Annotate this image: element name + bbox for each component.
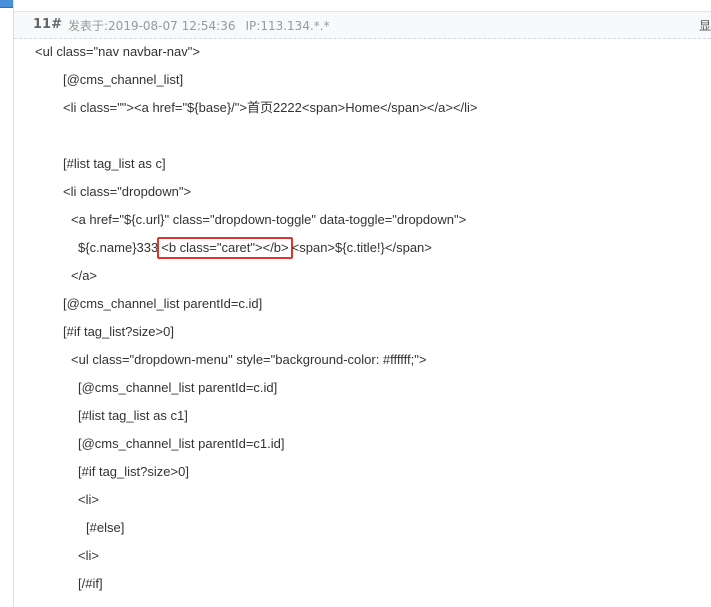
code-line: [/#if]	[78, 576, 103, 591]
code-segment: ${c.name}333	[78, 240, 159, 255]
code-line: <li class=""><a href="${base}/">首页2222<s…	[63, 100, 478, 115]
code-line: <ul class="dropdown-menu" style="backgro…	[71, 352, 427, 367]
code-line: [#list tag_list as c1]	[78, 408, 188, 423]
code-line: [@cms_channel_list parentId=c.id]	[63, 296, 263, 311]
post-header: 11# 发表于:2019-08-07 12:54:36 IP:113.134.*.…	[14, 11, 711, 39]
code-line: [@cms_channel_list]	[63, 72, 184, 87]
ip-value: 113.134.*.*	[260, 19, 330, 33]
show-link[interactable]: 显	[699, 17, 711, 34]
code-line: [#if tag_list?size>0]	[78, 464, 189, 479]
caret-highlight-box: <b class="caret"></b>	[157, 237, 293, 259]
code-line: <li class="dropdown">	[63, 184, 192, 199]
code-line: <a href="${c.url}" class="dropdown-toggl…	[71, 212, 467, 227]
code-line: <ul class="nav navbar-nav">	[35, 44, 200, 59]
code-line: [#list tag_list as c]	[63, 156, 166, 171]
code-line: </a>	[71, 268, 98, 283]
ip-label: IP:	[245, 19, 261, 33]
code-segment: <span>${c.title!}</span>	[291, 240, 432, 255]
code-line: <li>	[78, 548, 99, 563]
posted-at: 2019-08-07 12:54:36	[108, 19, 236, 33]
posted-label: 发表于:	[68, 19, 109, 33]
left-rail-accent	[0, 0, 13, 8]
code-line-highlighted: ${c.name}333 <b class="caret"></b> <span>$…	[78, 237, 432, 259]
code-line: [#else]	[86, 520, 125, 535]
left-rail	[0, 0, 14, 607]
post-meta: 发表于:2019-08-07 12:54:36 IP:113.134.*.*	[68, 17, 330, 34]
code-line: [#if tag_list?size>0]	[63, 324, 174, 339]
code-line: [@cms_channel_list parentId=c.id]	[78, 380, 278, 395]
code-line: <li>	[78, 492, 99, 507]
forum-post-page: 11# 发表于:2019-08-07 12:54:36 IP:113.134.*.…	[0, 0, 711, 607]
code-line: [@cms_channel_list parentId=c1.id]	[78, 436, 285, 451]
post-number: 11#	[33, 17, 62, 32]
